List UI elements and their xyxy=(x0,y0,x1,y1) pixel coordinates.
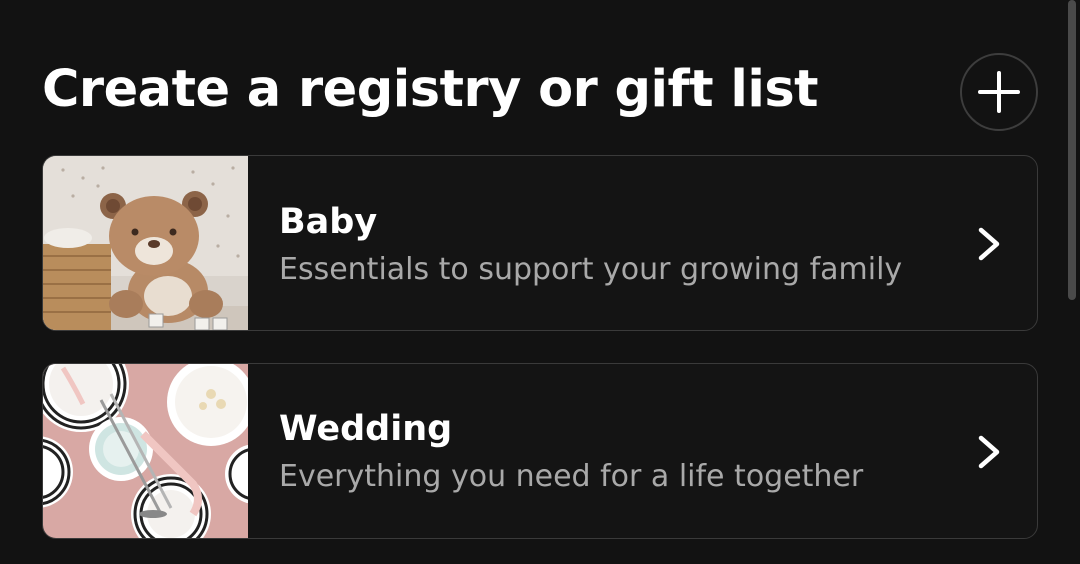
card-description-wedding: Everything you need for a life together xyxy=(279,459,864,494)
wedding-table-setting-photo xyxy=(43,364,248,538)
registry-page: Create a registry or gift list Baby Esse… xyxy=(0,0,1080,564)
registry-card-baby[interactable]: Baby Essentials to support your growing … xyxy=(42,155,1038,331)
card-title-wedding: Wedding xyxy=(279,409,453,449)
card-description-baby: Essentials to support your growing famil… xyxy=(279,252,903,287)
add-registry-button[interactable] xyxy=(960,53,1038,131)
registry-card-wedding[interactable]: Wedding Everything you need for a life t… xyxy=(42,363,1038,539)
teddy-bear-nursery-photo xyxy=(43,156,248,330)
card-title-baby: Baby xyxy=(279,202,378,242)
page-title: Create a registry or gift list xyxy=(42,60,819,119)
chevron-right-icon xyxy=(978,435,1000,469)
scrollbar[interactable] xyxy=(1068,0,1076,300)
plus-icon xyxy=(978,71,1020,113)
chevron-right-icon xyxy=(978,227,1000,261)
